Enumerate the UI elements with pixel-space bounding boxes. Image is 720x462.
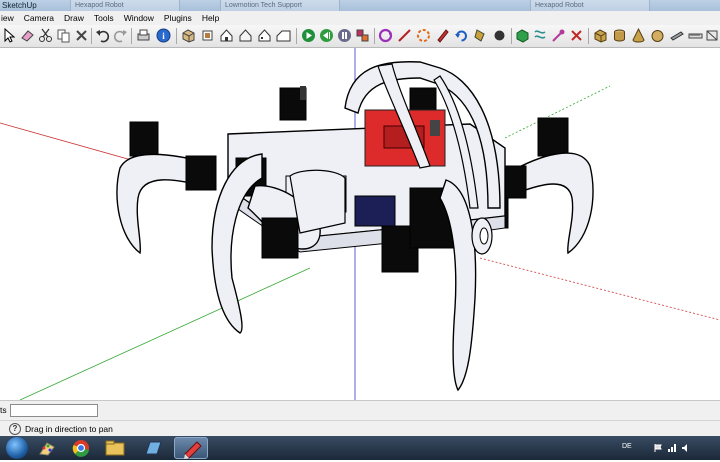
back-view-icon[interactable]: [257, 28, 272, 43]
pencil-icon[interactable]: [435, 28, 450, 43]
servo-left-rear: [129, 121, 159, 157]
cylinder-icon[interactable]: [612, 28, 627, 43]
toolbar-separator: [511, 28, 512, 44]
measurements-bar: ts: [0, 400, 720, 421]
red-axis-hidden: [479, 257, 720, 321]
measurements-input[interactable]: [10, 404, 98, 417]
file-explorer-taskbar-button[interactable]: [98, 437, 132, 459]
menu-bar: iew Camera Draw Tools Window Plugins Hel…: [0, 11, 720, 25]
language-indicator[interactable]: DE: [622, 443, 632, 450]
battery-bay: [354, 195, 396, 227]
section-plane-icon[interactable]: [705, 28, 720, 43]
menu-camera[interactable]: Camera: [19, 11, 59, 25]
copy-icon[interactable]: [56, 28, 71, 43]
follow-me-icon[interactable]: [492, 28, 507, 43]
line-icon[interactable]: [397, 28, 412, 43]
delete-icon[interactable]: [74, 28, 89, 43]
background-tab[interactable]: Hexapod Robot: [530, 0, 650, 11]
push-pull-icon[interactable]: [515, 28, 530, 43]
menu-tools[interactable]: Tools: [89, 11, 119, 25]
help-icon[interactable]: ?: [9, 423, 21, 435]
menu-help[interactable]: Help: [197, 11, 224, 25]
model-viewport[interactable]: [0, 48, 720, 400]
taskbar: DE: [0, 436, 720, 460]
servo-front-left: [261, 217, 299, 259]
servo-left-mid: [185, 155, 217, 191]
sphere-icon[interactable]: [650, 28, 665, 43]
previous-scene-icon[interactable]: [319, 28, 334, 43]
background-tab[interactable]: Hexapod Robot: [70, 0, 180, 11]
chrome-taskbar-button[interactable]: [64, 437, 98, 459]
status-bar: ? Drag in direction to pan: [0, 420, 720, 437]
title-bar: SketchUp Hexapod Robot Lowmotion Tech Su…: [0, 0, 720, 11]
volume-icon[interactable]: [682, 444, 690, 452]
play-icon[interactable]: [301, 28, 316, 43]
left-view-icon[interactable]: [276, 28, 291, 43]
tape-measure-icon[interactable]: [551, 28, 566, 43]
right-view-icon[interactable]: [238, 28, 253, 43]
network-icon[interactable]: [668, 444, 676, 452]
toolbar-separator: [131, 28, 132, 44]
components-icon[interactable]: [355, 28, 370, 43]
undo-icon[interactable]: [95, 28, 110, 43]
redo-icon[interactable]: [113, 28, 128, 43]
status-hint: Drag in direction to pan: [25, 424, 113, 434]
servo-right-rear: [537, 117, 569, 157]
rotate-icon[interactable]: [454, 28, 469, 43]
menu-window[interactable]: Window: [119, 11, 159, 25]
top-view-icon[interactable]: [200, 28, 215, 43]
connector: [430, 120, 440, 136]
start-button[interactable]: [6, 437, 28, 459]
menu-plugins[interactable]: Plugins: [159, 11, 197, 25]
print-icon[interactable]: [136, 28, 151, 43]
model-canvas[interactable]: [0, 48, 720, 400]
joint-disc-hole: [479, 227, 489, 245]
layout-taskbar-button[interactable]: [136, 437, 170, 459]
toolbar-separator: [296, 28, 297, 44]
chrome-icon: [72, 440, 89, 457]
model-info-icon[interactable]: i: [156, 28, 171, 43]
toolbar-separator: [588, 28, 589, 44]
arc-icon[interactable]: [416, 28, 431, 43]
measurements-label: ts: [0, 405, 7, 415]
servo-horn: [300, 86, 306, 100]
box-icon[interactable]: [593, 28, 608, 43]
sketchup-taskbar-button[interactable]: [174, 437, 208, 459]
toolbar-separator: [176, 28, 177, 44]
green-axis: [19, 267, 311, 400]
front-view-icon[interactable]: [219, 28, 234, 43]
flag-icon[interactable]: [654, 444, 662, 452]
paint-bucket-icon[interactable]: [473, 28, 488, 43]
paint-icon: [39, 442, 55, 456]
close-icon[interactable]: [569, 28, 584, 43]
background-tab[interactable]: Lowmotion Tech Support: [220, 0, 340, 11]
paint-taskbar-button[interactable]: [30, 437, 64, 459]
next-scene-icon[interactable]: [337, 28, 352, 43]
cone-icon[interactable]: [631, 28, 646, 43]
ruler-icon[interactable]: [688, 28, 703, 43]
iso-view-icon[interactable]: [181, 28, 196, 43]
orbit-icon[interactable]: [378, 28, 393, 43]
app-title: SketchUp: [2, 1, 37, 10]
toolbar: i: [0, 25, 720, 48]
freehand-icon[interactable]: [533, 28, 548, 43]
dimension-icon[interactable]: [669, 28, 684, 43]
menu-view[interactable]: iew: [0, 11, 19, 25]
eraser-icon[interactable]: [20, 28, 35, 43]
folder-icon: [105, 440, 125, 456]
menu-draw[interactable]: Draw: [59, 11, 89, 25]
select-arrow-icon[interactable]: [2, 28, 17, 43]
layout-icon: [145, 441, 162, 455]
toolbar-separator: [91, 28, 92, 44]
toolbar-separator: [374, 28, 375, 44]
coxa-bracket: [289, 169, 346, 234]
cut-icon[interactable]: [38, 28, 53, 43]
sketchup-icon: [184, 441, 202, 459]
leg-front-left: [211, 153, 263, 334]
